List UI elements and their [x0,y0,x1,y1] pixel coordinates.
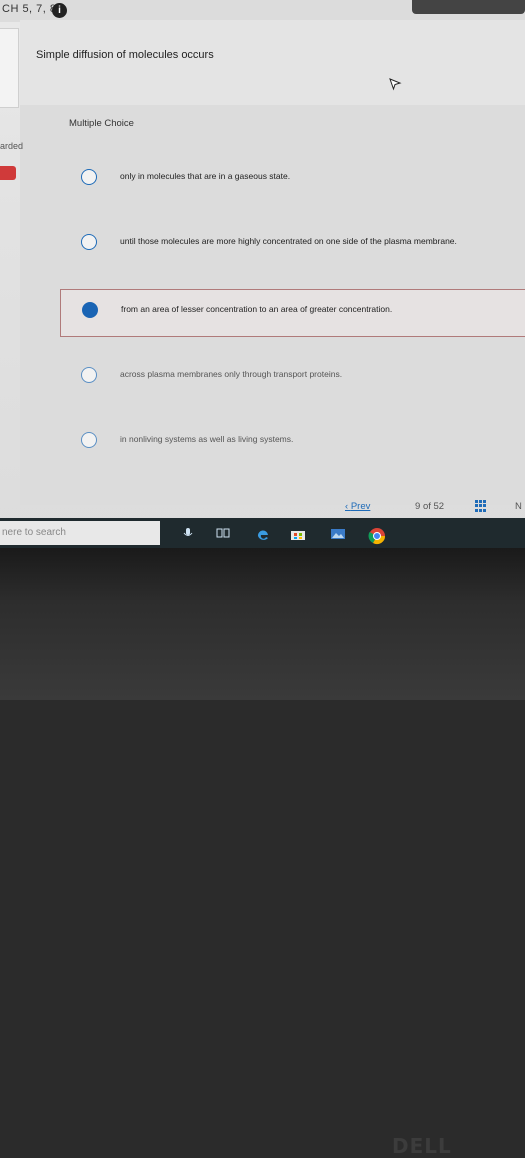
answer-option-text: only in molecules that are in a gaseous … [120,171,291,181]
answer-option-5[interactable]: in nonliving systems as well as living s… [60,420,525,466]
laptop-bezel: DELL [0,548,525,1158]
taskbar-search-input[interactable]: nere to search [2,527,66,538]
prev-button[interactable]: ‹ Prev [345,501,370,512]
info-icon[interactable]: i [52,3,67,18]
answer-option-3[interactable]: from an area of lesser concentration to … [60,289,525,337]
answer-option-4[interactable]: across plasma membranes only through tra… [60,355,525,401]
next-button[interactable]: N [515,501,522,512]
photos-icon[interactable] [330,527,346,541]
question-text: Simple diffusion of molecules occurs [36,49,214,61]
store-icon[interactable] [290,527,306,541]
answer-option-text: across plasma membranes only through tra… [120,369,343,379]
chapter-label: CH 5, 7, 8 [2,3,57,15]
task-view-icon[interactable] [215,527,231,541]
radio-button[interactable] [81,169,97,185]
mouse-cursor-icon [389,78,402,91]
current-page: 9 [415,501,421,512]
total-pages: 52 [433,501,445,512]
question-type-label: Multiple Choice [69,118,134,129]
edge-browser-icon[interactable] [255,527,271,541]
prev-label: Prev [350,501,371,512]
left-panel-badge [0,166,16,180]
radio-button[interactable] [81,234,97,250]
screen: CH 5, 7, 8 i Simple diffusion of molecul… [0,0,525,548]
page-of-label: of [422,501,431,512]
chrome-icon[interactable] [368,527,386,545]
radio-button-selected[interactable] [82,302,98,318]
left-panel-label: arded [0,141,24,151]
answer-option-1[interactable]: only in molecules that are in a gaseous … [60,157,525,203]
left-sidebar-tab[interactable] [0,28,19,108]
page-counter: 9 of 52 [415,501,444,512]
microphone-icon[interactable] [180,527,196,541]
radio-button[interactable] [81,367,97,383]
radio-button[interactable] [81,432,97,448]
answer-option-text: in nonliving systems as well as living s… [120,434,294,444]
answer-option-2[interactable]: until those molecules are more highly co… [60,222,525,268]
dell-logo: DELL [392,1134,452,1158]
question-card [20,20,525,105]
top-bar: CH 5, 7, 8 i [0,0,525,22]
answer-option-text: until those molecules are more highly co… [120,236,457,246]
answer-option-text: from an area of lesser concentration to … [121,304,393,314]
top-right-button[interactable] [412,0,525,14]
grid-icon[interactable] [475,500,487,512]
